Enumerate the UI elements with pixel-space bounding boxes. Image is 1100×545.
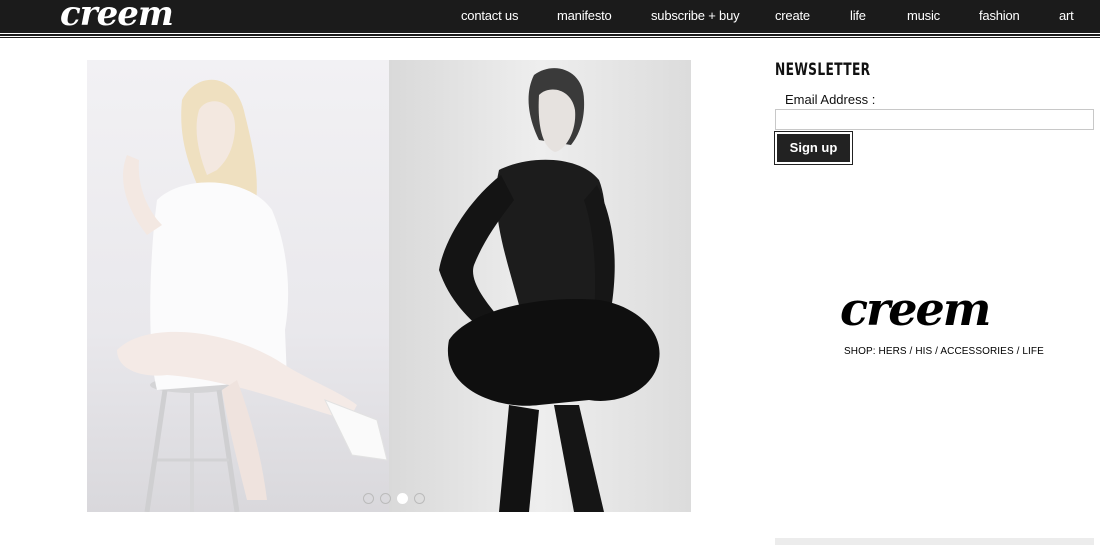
photo-model-white-dress <box>87 60 389 512</box>
photo-model-black-outfit <box>389 60 691 512</box>
nav-divider <box>0 34 1100 36</box>
slide-dot-2[interactable] <box>380 493 391 504</box>
email-field[interactable] <box>775 109 1094 130</box>
fashion-slideshow[interactable] <box>87 60 691 512</box>
slide-dot-1[interactable] <box>363 493 374 504</box>
nav-contact-us[interactable]: contact us <box>461 8 518 23</box>
email-label: Email Address : <box>785 92 876 107</box>
slide-dot-3[interactable] <box>397 493 408 504</box>
ad-shop-links[interactable]: SHOP: HERS / HIS / ACCESSORIES / LIFE <box>844 346 1044 357</box>
nav-manifesto[interactable]: manifesto <box>557 8 612 23</box>
nav-divider-thin <box>0 37 1100 38</box>
slideshow-pagination <box>363 493 433 507</box>
signup-button[interactable]: Sign up <box>774 131 853 165</box>
main-nav: contact us manifesto subscribe + buy cre… <box>0 8 1100 26</box>
nav-fashion[interactable]: fashion <box>979 8 1020 23</box>
nav-life[interactable]: life <box>850 8 866 23</box>
newsletter-title: NEWSLETTER <box>775 60 871 80</box>
sidebar-bottom-strip <box>775 538 1094 545</box>
slide-dot-4[interactable] <box>414 493 425 504</box>
ad-creem-logo[interactable]: creem <box>840 282 991 336</box>
nav-music[interactable]: music <box>907 8 940 23</box>
nav-subscribe-buy[interactable]: subscribe + buy <box>651 8 740 23</box>
nav-art[interactable]: art <box>1059 8 1074 23</box>
nav-create[interactable]: create <box>775 8 810 23</box>
